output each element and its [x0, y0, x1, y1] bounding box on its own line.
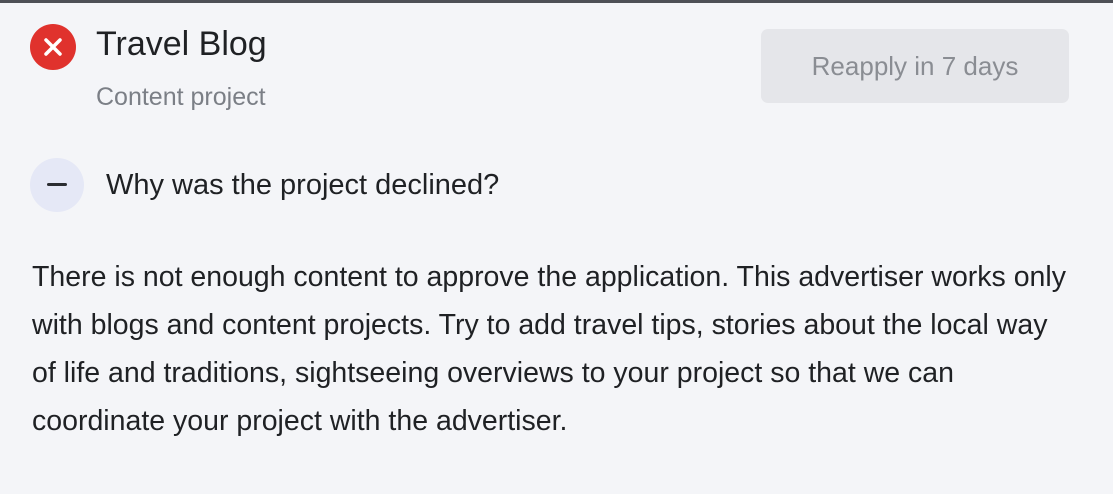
- minus-icon: [47, 183, 67, 186]
- project-title: Travel Blog: [96, 25, 267, 63]
- reapply-button[interactable]: Reapply in 7 days: [761, 29, 1069, 103]
- collapse-toggle-button[interactable]: [30, 158, 84, 212]
- x-mark-icon: [44, 38, 62, 56]
- decline-reason-question[interactable]: Why was the project declined?: [106, 166, 499, 204]
- project-card: Travel Blog Content project Reapply in 7…: [0, 3, 1113, 494]
- close-circle-icon: [30, 24, 76, 70]
- project-type: Content project: [96, 83, 266, 111]
- decline-reason-text: There is not enough content to approve t…: [32, 261, 1066, 437]
